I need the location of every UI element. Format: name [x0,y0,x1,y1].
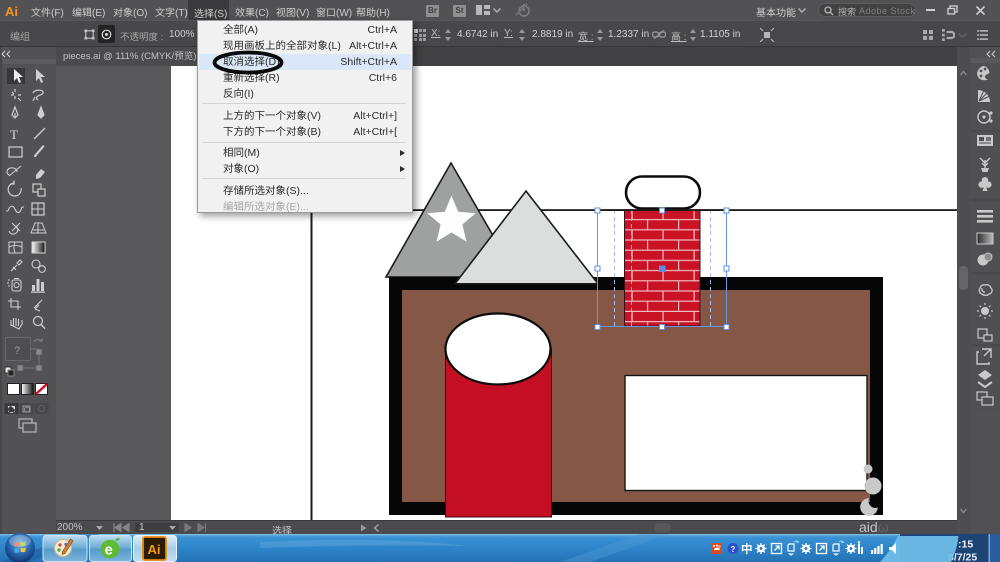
svg-text::15: :15 [958,539,973,551]
svg-text:?: ? [14,345,20,357]
svg-text:e: e [105,542,113,559]
svg-text:T: T [10,127,18,142]
svg-text:Ai: Ai [148,542,161,557]
svg-text:中: 中 [741,543,753,556]
svg-text:?: ? [731,545,736,554]
